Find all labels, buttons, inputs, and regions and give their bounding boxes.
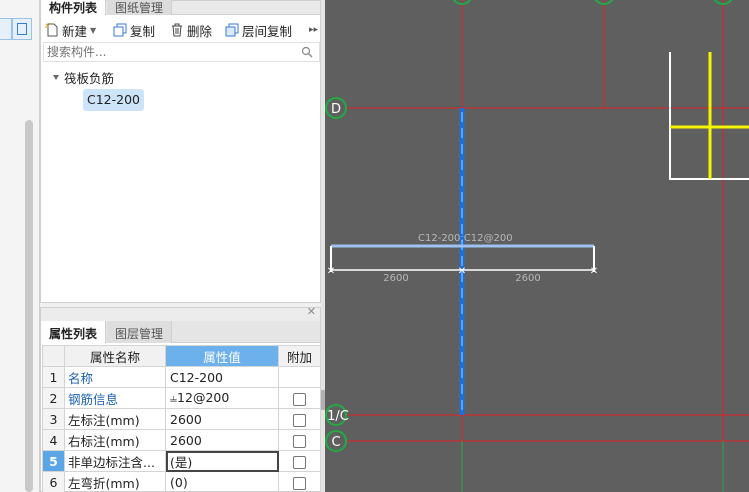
delete-button-label: 删除 — [187, 23, 213, 39]
list-view-button[interactable] — [12, 18, 32, 40]
props-panel-header: ✕ — [41, 305, 320, 321]
floor-copy-button[interactable]: 层间复制 — [225, 20, 292, 40]
extra-checkbox[interactable] — [293, 476, 306, 490]
property-name: 名称 — [64, 366, 166, 388]
table-row[interactable]: 3 左标注(mm) 2600 — [42, 408, 321, 430]
dim-left-label: 2600 — [383, 273, 408, 284]
property-value[interactable]: ⫨12@200 — [165, 387, 279, 409]
row-number: 2 — [42, 387, 65, 409]
close-icon[interactable]: ✕ — [307, 305, 316, 318]
tab-drawing-management[interactable]: 图纸管理 — [107, 0, 173, 15]
tree-node-c12-200[interactable]: C12-200 — [83, 89, 145, 111]
rebar-label: C12-200;C12@200 — [418, 233, 513, 244]
table-row[interactable]: 2 钢筋信息 ⫨12@200 — [42, 387, 321, 409]
floor-copy-icon — [225, 23, 239, 37]
header-extra[interactable]: 附加 — [278, 345, 321, 367]
props-panel-tabs: 属性列表 图层管理 — [41, 321, 320, 343]
extra-checkbox[interactable] — [293, 413, 306, 427]
left-scrollbar[interactable] — [25, 120, 33, 492]
tab-component-list[interactable]: 构件列表 — [41, 0, 107, 15]
new-button[interactable]: 新建 ▼ — [45, 20, 96, 40]
list-icon — [17, 23, 27, 35]
extra-cell — [278, 450, 321, 472]
floor-copy-button-label: 层间复制 — [242, 23, 293, 39]
property-name: 左标注(mm) — [64, 408, 166, 430]
tree-node-root[interactable]: 筏板负筋 — [53, 68, 114, 87]
row-number: 1 — [42, 366, 65, 388]
row-number: 4 — [42, 429, 65, 451]
property-name: 非单边标注含... — [64, 450, 166, 472]
tab-property-list[interactable]: 属性列表 — [41, 321, 107, 343]
new-button-label: 新建 — [62, 23, 88, 39]
extra-cell — [278, 387, 321, 409]
dim-marker-right: ✕ — [590, 266, 598, 277]
left-tool-strip — [0, 0, 40, 492]
extra-cell — [278, 429, 321, 451]
tab-layer-management[interactable]: 图层管理 — [107, 321, 173, 343]
extra-checkbox[interactable] — [293, 392, 306, 406]
component-search — [43, 42, 320, 62]
property-value-editing[interactable]: (是) — [165, 450, 279, 472]
extra-cell — [278, 408, 321, 430]
row-number: 3 — [42, 408, 65, 430]
properties-panel: ✕ 属性列表 图层管理 属性名称 属性值 附加 1 名称 C12-200 2 钢… — [40, 305, 321, 492]
property-table: 属性名称 属性值 附加 1 名称 C12-200 2 钢筋信息 ⫨12@200 — [42, 345, 321, 492]
toolbar-overflow-icon[interactable]: ▸▸ — [309, 20, 318, 40]
search-input[interactable] — [44, 43, 294, 61]
table-row[interactable]: 6 左弯折(mm) (0) — [42, 471, 321, 492]
table-row-selected[interactable]: 5 非单边标注含... (是) — [42, 450, 321, 472]
component-toolbar: 新建 ▼ 复制 删除 层间复制 ▸▸ — [41, 16, 320, 42]
tree-root-label: 筏板负筋 — [64, 71, 115, 86]
component-list-panel: 构件列表 图纸管理 新建 ▼ 复制 删除 层间复制 ▸▸ 搜索构件... 筏板负… — [40, 0, 321, 303]
view-toggle-button[interactable] — [0, 18, 12, 40]
row-number: 5 — [42, 450, 65, 472]
table-row[interactable]: 1 名称 C12-200 — [42, 366, 321, 388]
dim-right-label: 2600 — [515, 273, 540, 284]
header-property-value[interactable]: 属性值 — [165, 345, 279, 367]
new-dropdown-icon[interactable]: ▼ — [90, 26, 96, 35]
trash-icon — [170, 23, 184, 37]
property-value[interactable]: C12-200 — [165, 366, 279, 388]
property-table-header: 属性名称 属性值 附加 — [42, 345, 321, 367]
copy-button[interactable]: 复制 — [113, 20, 155, 40]
property-value[interactable]: (0) — [165, 471, 279, 492]
expand-arrow-icon[interactable] — [53, 75, 59, 80]
row-number: 6 — [42, 471, 65, 492]
property-name: 钢筋信息 — [64, 387, 166, 409]
property-value[interactable]: 2600 — [165, 408, 279, 430]
extra-checkbox[interactable] — [293, 455, 306, 469]
copy-button-label: 复制 — [130, 23, 156, 39]
drawing-canvas[interactable]: ✕ ✕ ✕ C12-200;C12@200 2600 2600 D 1/C C — [325, 0, 749, 492]
delete-button[interactable]: 删除 — [170, 20, 212, 40]
copy-icon — [113, 23, 127, 37]
component-panel-tabs: 构件列表 图纸管理 — [41, 0, 320, 15]
extra-cell — [278, 471, 321, 492]
search-icon[interactable] — [301, 46, 313, 61]
property-name: 左弯折(mm) — [64, 471, 166, 492]
header-corner — [42, 345, 65, 367]
axis-label-d: D — [331, 102, 341, 117]
extra-cell — [278, 366, 321, 388]
axis-label-1c: 1/C — [327, 409, 349, 424]
dim-marker-left: ✕ — [327, 266, 335, 277]
property-value[interactable]: 2600 — [165, 429, 279, 451]
header-property-name[interactable]: 属性名称 — [64, 345, 166, 367]
extra-checkbox[interactable] — [293, 434, 306, 448]
property-name: 右标注(mm) — [64, 429, 166, 451]
table-row[interactable]: 4 右标注(mm) 2600 — [42, 429, 321, 451]
dim-marker-mid: ✕ — [458, 266, 466, 277]
new-file-icon — [45, 23, 59, 37]
axis-label-c: C — [331, 435, 340, 450]
